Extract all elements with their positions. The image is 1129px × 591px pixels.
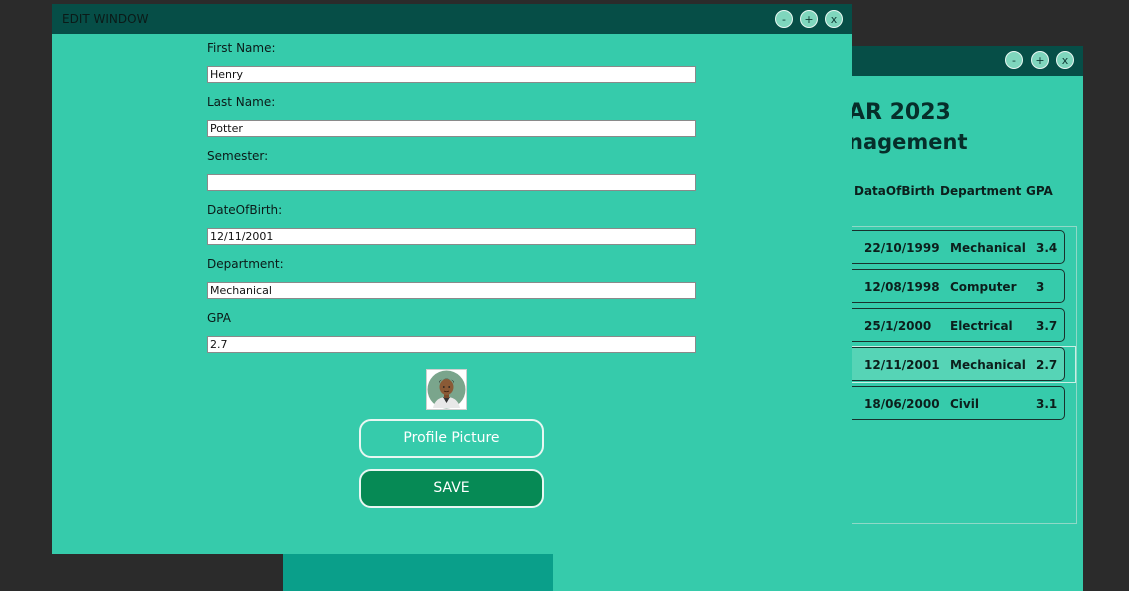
- background-close-button[interactable]: x: [1056, 51, 1074, 69]
- row-department: Mechanical: [950, 241, 1026, 255]
- profile-picture-button[interactable]: Profile Picture: [359, 419, 544, 458]
- row-dob: 12/11/2001: [864, 358, 940, 372]
- first-name-label: First Name:: [207, 41, 276, 55]
- background-footer-strip: [283, 554, 553, 591]
- row-department: Civil: [950, 397, 979, 411]
- department-label: Department:: [207, 257, 284, 271]
- row-department: Electrical: [950, 319, 1013, 333]
- heading-line-1: AR 2023: [848, 100, 951, 125]
- save-button[interactable]: SAVE: [359, 469, 544, 508]
- column-header-department: Department: [940, 184, 1022, 198]
- edit-window: EDIT WINDOW - + x First Name: Last Name:…: [52, 4, 852, 554]
- close-button[interactable]: x: [825, 10, 843, 28]
- date-of-birth-label: DateOfBirth:: [207, 203, 283, 217]
- background-maximize-button[interactable]: +: [1031, 51, 1049, 69]
- row-gpa: 3.7: [1036, 319, 1058, 333]
- student-row[interactable]: 12/08/1998 Computer 3: [843, 269, 1065, 303]
- heading-line-2: nagement: [848, 130, 968, 154]
- gpa-label: GPA: [207, 311, 231, 325]
- row-dob: 22/10/1999: [864, 241, 940, 255]
- column-header-dob: DataOfBirth: [854, 184, 935, 198]
- first-name-input[interactable]: [207, 66, 696, 83]
- row-dob: 12/08/1998: [864, 280, 940, 294]
- edit-window-titlebar[interactable]: EDIT WINDOW - + x: [52, 4, 852, 34]
- student-avatar-icon: [427, 370, 466, 409]
- column-header-gpa: GPA: [1026, 184, 1053, 198]
- minimize-button[interactable]: -: [775, 10, 793, 28]
- row-dob: 25/1/2000: [864, 319, 932, 333]
- row-gpa: 3.4: [1036, 241, 1058, 255]
- student-row-selected[interactable]: 12/11/2001 Mechanical 2.7: [843, 347, 1065, 381]
- edit-window-title: EDIT WINDOW: [62, 12, 149, 26]
- row-gpa: 3: [1036, 280, 1045, 294]
- avatar: [426, 369, 467, 410]
- semester-input[interactable]: [207, 174, 696, 191]
- row-gpa: 2.7: [1036, 358, 1058, 372]
- department-input[interactable]: [207, 282, 696, 299]
- maximize-button[interactable]: +: [800, 10, 818, 28]
- row-department: Computer: [950, 280, 1017, 294]
- gpa-input[interactable]: [207, 336, 696, 353]
- row-dob: 18/06/2000: [864, 397, 940, 411]
- semester-label: Semester:: [207, 149, 269, 163]
- date-of-birth-input[interactable]: [207, 228, 696, 245]
- background-minimize-button[interactable]: -: [1005, 51, 1023, 69]
- row-department: Mechanical: [950, 358, 1026, 372]
- last-name-label: Last Name:: [207, 95, 276, 109]
- row-gpa: 3.1: [1036, 397, 1058, 411]
- last-name-input[interactable]: [207, 120, 696, 137]
- student-row[interactable]: 25/1/2000 Electrical 3.7: [843, 308, 1065, 342]
- student-row[interactable]: 22/10/1999 Mechanical 3.4: [843, 230, 1065, 264]
- student-row[interactable]: 18/06/2000 Civil 3.1: [843, 386, 1065, 420]
